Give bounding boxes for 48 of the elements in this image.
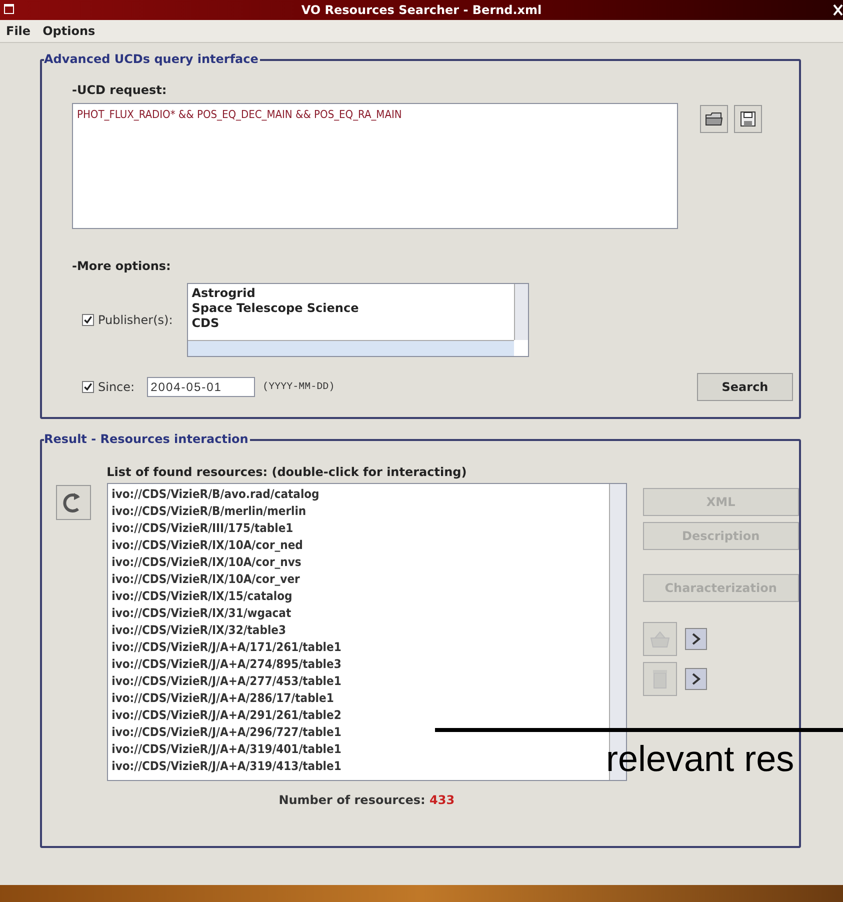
list-item[interactable]: ivo://CDS/VizieR/J/A+A/286/17/table1 — [112, 690, 605, 707]
section-label: -UCD request: — [72, 83, 168, 97]
list-item[interactable]: ivo://CDS/VizieR/J/A+A/319/401/table1 — [112, 741, 605, 758]
list-item[interactable]: ivo://CDS/VizieR/IX/10A/cor_ned — [112, 537, 605, 554]
menu-item[interactable]: File — [6, 24, 31, 38]
section-label: -More options: — [72, 259, 172, 273]
menu-item[interactable]: Options — [42, 24, 96, 38]
panel-title: Advanced UCDs query interface — [44, 52, 260, 66]
list-item[interactable]: Space Telescope Science — [192, 301, 510, 316]
list-item[interactable]: ivo://CDS/VizieR/J/A+A/319/413/table1 — [112, 758, 605, 775]
window-menu-icon[interactable] — [4, 4, 14, 14]
list-item[interactable]: CDS — [192, 316, 510, 331]
checkbox[interactable] — [82, 314, 94, 326]
list-item[interactable]: ivo://CDS/VizieR/J/A+A/296/727/table1 — [112, 724, 605, 741]
list-item[interactable]: ivo://CDS/VizieR/IX/10A/cor_ver — [112, 571, 605, 588]
window-title: VO Resources Searcher - Bernd.xml — [300, 3, 543, 17]
list-item[interactable]: ivo://CDS/VizieR/J/A+A/291/261/table2 — [112, 707, 605, 724]
refresh-icon[interactable] — [56, 485, 91, 520]
list-label: List of found resources: (double-click for interacting) — [106, 465, 468, 479]
list-item[interactable]: ivo://CDS/VizieR/J/A+A/171/261/table1 — [112, 639, 605, 656]
date-field[interactable]: 2004-05-01 — [146, 377, 255, 397]
checkbox[interactable] — [82, 381, 94, 393]
ucd-request-field[interactable]: PHOT_FLUX_RADIO* && POS_EQ_DEC_MAIN && POS_EQ_RA_MAIN — [72, 103, 678, 229]
list-item[interactable]: ivo://CDS/VizieR/J/A+A/274/895/table3 — [112, 656, 605, 673]
list-item[interactable]: ivo://CDS/VizieR/IX/15/catalog — [112, 588, 605, 605]
checkbox-label: Publisher(s): — [98, 313, 173, 327]
search-button[interactable]: Search — [697, 373, 793, 401]
chevron-icon[interactable] — [684, 668, 707, 690]
list-item[interactable]: ivo://CDS/VizieR/IX/10A/cor_nvs — [112, 554, 605, 571]
save-icon[interactable] — [734, 105, 762, 133]
list-item[interactable]: ivo://CDS/VizieR/IX/31/wgacat — [112, 605, 605, 622]
list-item[interactable]: ivo://CDS/VizieR/IX/32/table3 — [112, 622, 605, 639]
resource-count: Number of resources: 433 — [278, 793, 456, 807]
close-icon[interactable] — [833, 4, 843, 16]
chevron-icon[interactable] — [684, 628, 707, 650]
panel-title: Result - Resources interaction — [44, 432, 250, 446]
scrollbar[interactable] — [188, 340, 514, 356]
folder-icon[interactable] — [700, 105, 728, 133]
scrollbar[interactable] — [514, 284, 528, 340]
list-item[interactable]: ivo://CDS/VizieR/III/175/table1 — [112, 520, 605, 537]
list-item[interactable]: Astrogrid — [192, 286, 510, 301]
list-item[interactable]: ivo://CDS/VizieR/B/avo.rad/catalog — [112, 486, 605, 503]
annotation-text: relevant res — [606, 738, 794, 780]
checkbox-label: Since: — [98, 380, 135, 394]
list-item[interactable]: ivo://CDS/VizieR/B/merlin/merlin — [112, 503, 605, 520]
format-hint: (YYYY-MM-DD) — [262, 382, 335, 392]
list-item[interactable]: ivo://CDS/VizieR/J/A+A/277/453/table1 — [112, 673, 605, 690]
publisher-list[interactable]: Astrogrid Space Telescope Science CDS — [186, 283, 529, 357]
